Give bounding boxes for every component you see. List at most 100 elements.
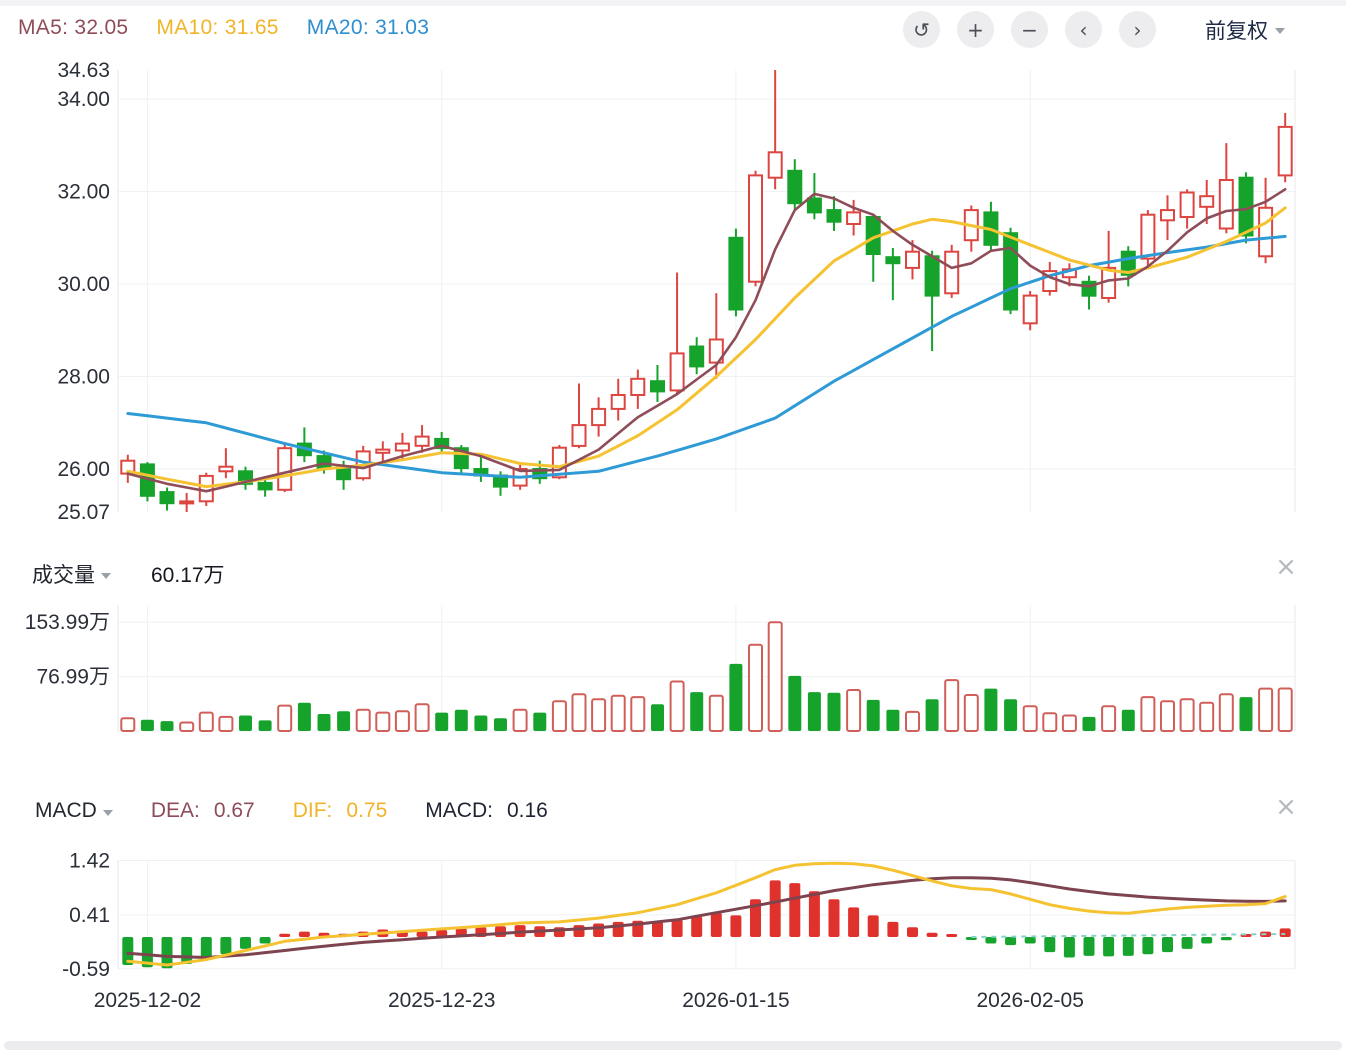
volume-bar	[573, 694, 586, 731]
volume-bar	[926, 699, 939, 731]
zoom-out-button[interactable]: −	[1011, 11, 1048, 48]
minus-icon: −	[1021, 18, 1038, 42]
volume-bar	[298, 703, 311, 731]
macd-histogram-bar	[730, 915, 741, 937]
volume-bar	[631, 697, 644, 731]
chart-toolbar: ↺ + − ‹ › 前复权	[903, 11, 1285, 48]
volume-bar	[945, 680, 958, 731]
dea-readout: DEA: 0.67	[151, 799, 255, 823]
volume-bar	[278, 706, 291, 731]
volume-bar	[788, 676, 801, 731]
price-axis-label: 30.00	[57, 273, 110, 296]
candle-body	[847, 212, 860, 224]
macd-axis-label: 1.42	[69, 849, 110, 872]
macd-histogram-bar	[672, 920, 683, 937]
candle-body	[1004, 233, 1017, 309]
adjust-type-label: 前复权	[1205, 15, 1268, 45]
macd-histogram-bar	[868, 915, 879, 937]
volume-panel: 153.99万 76.99万	[25, 605, 1295, 731]
dif-value: 0.75	[346, 799, 387, 823]
macd-axis-label: 0.41	[69, 904, 110, 927]
volume-indicator-dropdown[interactable]: 成交量	[32, 559, 111, 589]
dea-value: 0.67	[214, 799, 255, 823]
macd-histogram-bar	[1182, 937, 1193, 949]
volume-bar	[219, 717, 232, 731]
volume-bar	[808, 692, 821, 731]
macd-histogram-bar	[691, 917, 702, 938]
macd-histogram-bar	[417, 932, 428, 937]
candle-body	[808, 199, 821, 213]
candle-body	[651, 381, 664, 391]
volume-bar	[514, 710, 527, 731]
candle-body	[376, 450, 389, 453]
pan-right-button[interactable]: ›	[1119, 11, 1156, 48]
macd-histogram-bar	[927, 933, 938, 937]
ma5-legend: MA5: 32.05	[18, 16, 128, 40]
candle-body	[1161, 210, 1174, 220]
candle-body	[612, 395, 625, 409]
candle-body	[671, 353, 684, 390]
macd-indicator-dropdown[interactable]: MACD	[35, 799, 113, 823]
price-axis-label: 32.00	[57, 181, 110, 204]
volume-bar	[1141, 697, 1154, 731]
volume-bar	[1043, 713, 1056, 731]
candle-body	[1181, 193, 1194, 218]
close-icon: ×	[1275, 552, 1297, 582]
volume-bar	[1181, 699, 1194, 731]
adjust-type-dropdown[interactable]: 前复权	[1205, 15, 1285, 45]
toolbar-buttons: ↺ + − ‹ ›	[903, 11, 1156, 48]
candle-body	[1259, 208, 1272, 256]
macd-histogram-bar	[220, 937, 231, 954]
macd-title: MACD	[35, 799, 97, 823]
chevron-down-icon	[103, 810, 113, 816]
macd-value: 0.16	[507, 799, 548, 823]
ma20-legend: MA20: 31.03	[307, 16, 429, 40]
volume-bar	[435, 713, 448, 731]
volume-bar	[906, 712, 919, 731]
chevron-down-icon	[101, 573, 111, 579]
volume-bar	[592, 699, 605, 731]
macd-histogram-bar	[1221, 937, 1232, 940]
candle-body	[200, 476, 213, 501]
macd-histogram-bar	[1025, 937, 1036, 944]
volume-axis-label: 76.99万	[36, 666, 110, 689]
volume-bar	[1220, 694, 1233, 731]
candle-body	[259, 483, 272, 490]
volume-bar	[259, 720, 272, 731]
volume-header: 成交量 60.17万	[32, 559, 225, 589]
date-axis-label: 2025-12-02	[94, 989, 201, 1012]
volume-bar	[376, 713, 389, 731]
volume-axis-label: 153.99万	[25, 611, 110, 634]
pan-left-button[interactable]: ‹	[1065, 11, 1102, 48]
candle-body	[1220, 180, 1233, 229]
candle-body	[631, 379, 644, 395]
macd-panel: 1.420.41-0.59	[62, 849, 1295, 980]
macd-histogram-bar	[279, 934, 290, 937]
volume-close-button[interactable]: ×	[1271, 552, 1301, 582]
macd-histogram-bar	[829, 899, 840, 937]
volume-bar	[1102, 706, 1115, 731]
volume-bar	[416, 704, 429, 731]
volume-bar	[200, 713, 213, 731]
zoom-in-button[interactable]: +	[957, 11, 994, 48]
candle-body	[592, 409, 605, 425]
volume-bar	[1259, 689, 1272, 731]
candle-body	[1279, 127, 1292, 175]
macd-close-button[interactable]: ×	[1271, 792, 1301, 822]
volume-bar	[612, 696, 625, 731]
candle-body	[945, 252, 958, 294]
macd-histogram-bar	[1123, 937, 1134, 956]
volume-bar	[828, 693, 841, 731]
price-axis-label: 26.00	[57, 458, 110, 481]
price-axis-label: 25.07	[57, 501, 110, 524]
volume-bar	[671, 682, 684, 732]
dea-label: DEA:	[151, 799, 200, 823]
date-axis-label: 2026-02-05	[976, 989, 1083, 1012]
volume-bar	[886, 710, 899, 731]
horizontal-scrollbar[interactable]	[4, 1041, 1342, 1050]
volume-bar	[357, 710, 370, 731]
candle-body	[690, 347, 703, 367]
macd-histogram-bar	[789, 883, 800, 937]
volume-bar	[474, 716, 487, 732]
undo-button[interactable]: ↺	[903, 11, 940, 48]
